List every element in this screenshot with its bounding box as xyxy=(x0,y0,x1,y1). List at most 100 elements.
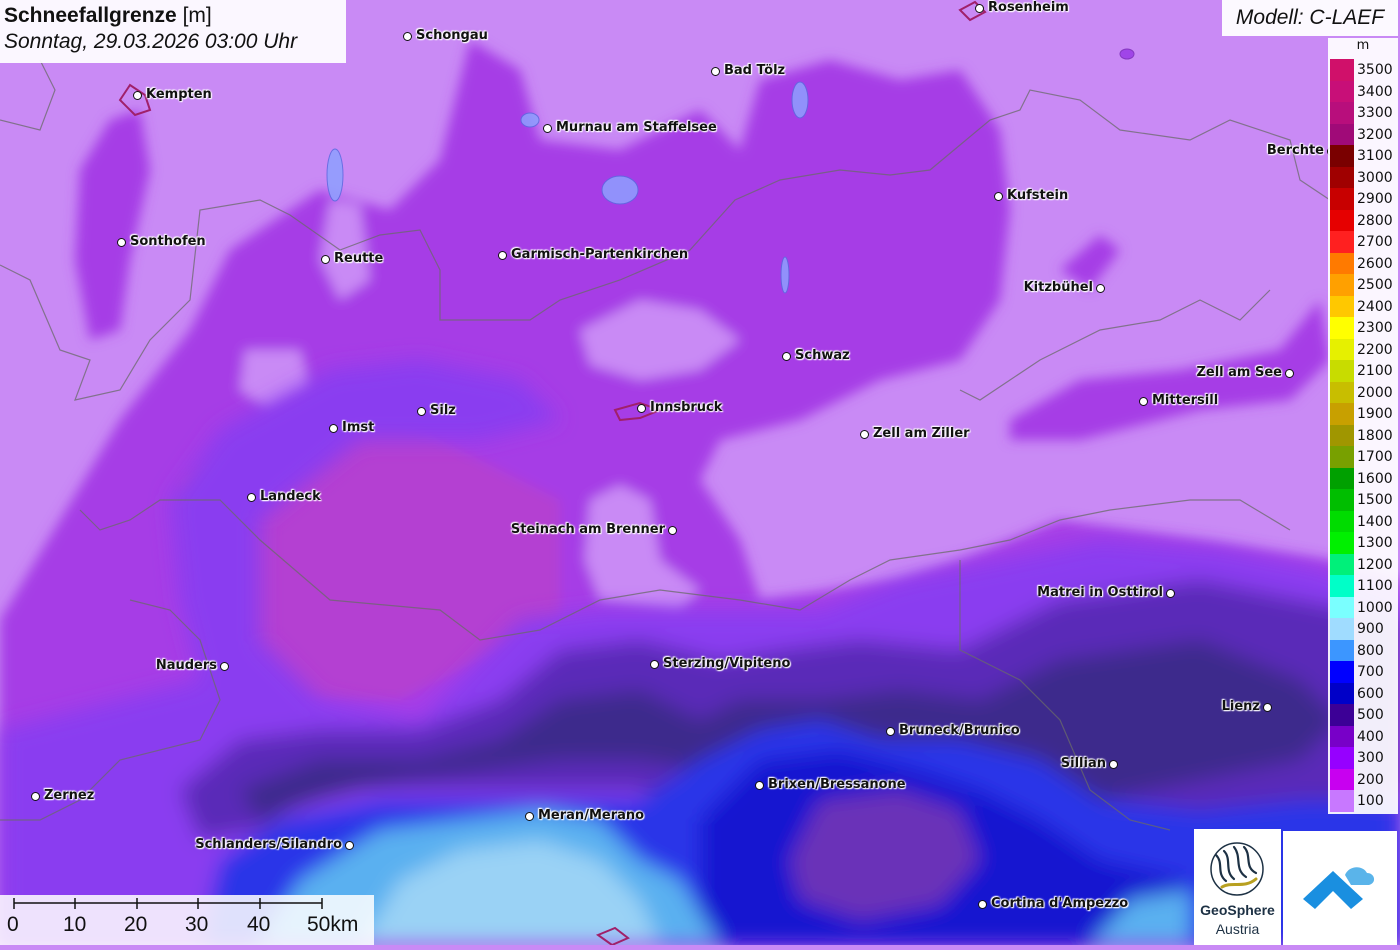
city-marker[interactable] xyxy=(417,407,426,416)
city-marker[interactable] xyxy=(1096,284,1105,293)
city-label: Innsbruck xyxy=(650,400,723,415)
scale-label: 0 xyxy=(7,913,19,936)
city-marker[interactable] xyxy=(1285,369,1294,378)
legend-swatch xyxy=(1330,532,1354,554)
scale-label: 10 xyxy=(63,913,87,936)
city-marker[interactable] xyxy=(329,424,338,433)
legend-entry: 1700 xyxy=(1330,446,1398,468)
legend-swatch xyxy=(1330,80,1354,102)
legend-unit: m xyxy=(1356,38,1370,53)
city-marker[interactable] xyxy=(117,238,126,247)
city-marker[interactable] xyxy=(1139,397,1148,406)
city-label: Zernez xyxy=(44,788,95,803)
city-marker[interactable] xyxy=(31,792,40,801)
legend-entry: 600 xyxy=(1330,682,1398,704)
legend-swatch xyxy=(1330,381,1354,403)
city-marker[interactable] xyxy=(978,900,987,909)
city-marker[interactable] xyxy=(711,67,720,76)
logo-name: GeoSphere xyxy=(1200,902,1275,918)
legend-entry: 2000 xyxy=(1330,381,1398,403)
scale-label: 50km xyxy=(307,913,359,936)
city-marker[interactable] xyxy=(860,430,869,439)
legend-entry: 3500 xyxy=(1330,59,1398,81)
legend-entry: 100 xyxy=(1330,790,1398,812)
city-marker[interactable] xyxy=(498,251,507,260)
city-label: Bruneck/Brunico xyxy=(899,723,1020,738)
legend-swatch xyxy=(1330,231,1354,253)
legend-label: 2700 xyxy=(1357,234,1393,250)
scale-label: 30 xyxy=(185,913,209,936)
legend-label: 700 xyxy=(1357,664,1384,680)
legend-entry: 3100 xyxy=(1330,145,1398,167)
city-marker[interactable] xyxy=(975,4,984,13)
legend-label: 3400 xyxy=(1357,83,1393,100)
legend-label: 600 xyxy=(1357,685,1384,702)
legend-entry: 300 xyxy=(1330,747,1398,769)
city-marker[interactable] xyxy=(133,91,142,100)
city-marker[interactable] xyxy=(650,660,659,669)
legend-swatch xyxy=(1330,639,1354,661)
legend-label: 1600 xyxy=(1357,470,1393,487)
legend-label: 100 xyxy=(1357,793,1384,809)
legend-entry: 2600 xyxy=(1330,252,1398,274)
city-marker[interactable] xyxy=(668,526,677,535)
city-marker[interactable] xyxy=(247,493,256,502)
legend-label: 3000 xyxy=(1357,169,1393,186)
legend-entry: 3200 xyxy=(1330,123,1398,145)
city-marker[interactable] xyxy=(1166,589,1175,598)
app-logo[interactable] xyxy=(1283,831,1397,945)
legend-label: 2500 xyxy=(1357,277,1393,293)
city-marker[interactable] xyxy=(755,781,764,790)
city-marker[interactable] xyxy=(994,192,1003,201)
city-marker[interactable] xyxy=(637,404,646,413)
legend-swatch xyxy=(1330,252,1354,274)
legend-entry: 500 xyxy=(1330,704,1398,726)
legend-swatch xyxy=(1330,510,1354,532)
legend-label: 1000 xyxy=(1357,599,1393,616)
legend-entry: 2300 xyxy=(1330,317,1398,339)
legend-label: 2900 xyxy=(1357,191,1393,207)
city-label: Matrei in Osttirol xyxy=(1037,585,1163,600)
legend-entry: 800 xyxy=(1330,639,1398,661)
legend-swatch xyxy=(1330,188,1354,210)
city-marker[interactable] xyxy=(1263,703,1272,712)
legend-entry: 1100 xyxy=(1330,575,1398,597)
snowfall-limit-map[interactable] xyxy=(0,0,1400,945)
legend-label: 1100 xyxy=(1357,578,1393,594)
city-label: Reutte xyxy=(334,251,384,266)
legend-swatch xyxy=(1330,424,1354,446)
city-marker[interactable] xyxy=(321,255,330,264)
color-legend: m 3500 3400 3300 3200 3100 3000 2900 2800 2700 26… xyxy=(1328,38,1398,814)
legend-swatch xyxy=(1330,790,1354,812)
geosphere-logo[interactable]: GeoSphere Austria xyxy=(1194,829,1281,945)
city-marker[interactable] xyxy=(1109,760,1118,769)
legend-entry: 3400 xyxy=(1330,80,1398,102)
legend-label: 1800 xyxy=(1357,427,1393,444)
legend-label: 300 xyxy=(1357,750,1384,766)
legend-entry: 3300 xyxy=(1330,102,1398,124)
legend-swatch xyxy=(1330,209,1354,231)
city-marker[interactable] xyxy=(345,841,354,850)
legend-swatch xyxy=(1330,661,1354,683)
city-marker[interactable] xyxy=(543,124,552,133)
logo-subtitle: Austria xyxy=(1215,921,1260,937)
legend-entry: 900 xyxy=(1330,618,1398,640)
city-marker[interactable] xyxy=(403,32,412,41)
city-marker[interactable] xyxy=(886,727,895,736)
legend-label: 2000 xyxy=(1357,384,1393,401)
legend-entry: 2900 xyxy=(1330,188,1398,210)
legend-label: 1700 xyxy=(1357,449,1393,465)
scale-label: 40 xyxy=(247,913,271,936)
city-marker[interactable] xyxy=(525,812,534,821)
city-marker[interactable] xyxy=(220,662,229,671)
model-label: Modell: C-LAEF xyxy=(1222,0,1398,36)
legend-entry: 1800 xyxy=(1330,424,1398,446)
warning-app-icon xyxy=(1303,867,1375,909)
legend-label: 1400 xyxy=(1357,513,1393,530)
city-label: Silz xyxy=(430,403,456,418)
city-label: Nauders xyxy=(155,658,217,673)
legend-entry: 3000 xyxy=(1330,166,1398,188)
legend-label: 2800 xyxy=(1357,212,1393,229)
city-marker[interactable] xyxy=(782,352,791,361)
legend-swatch xyxy=(1330,59,1354,81)
